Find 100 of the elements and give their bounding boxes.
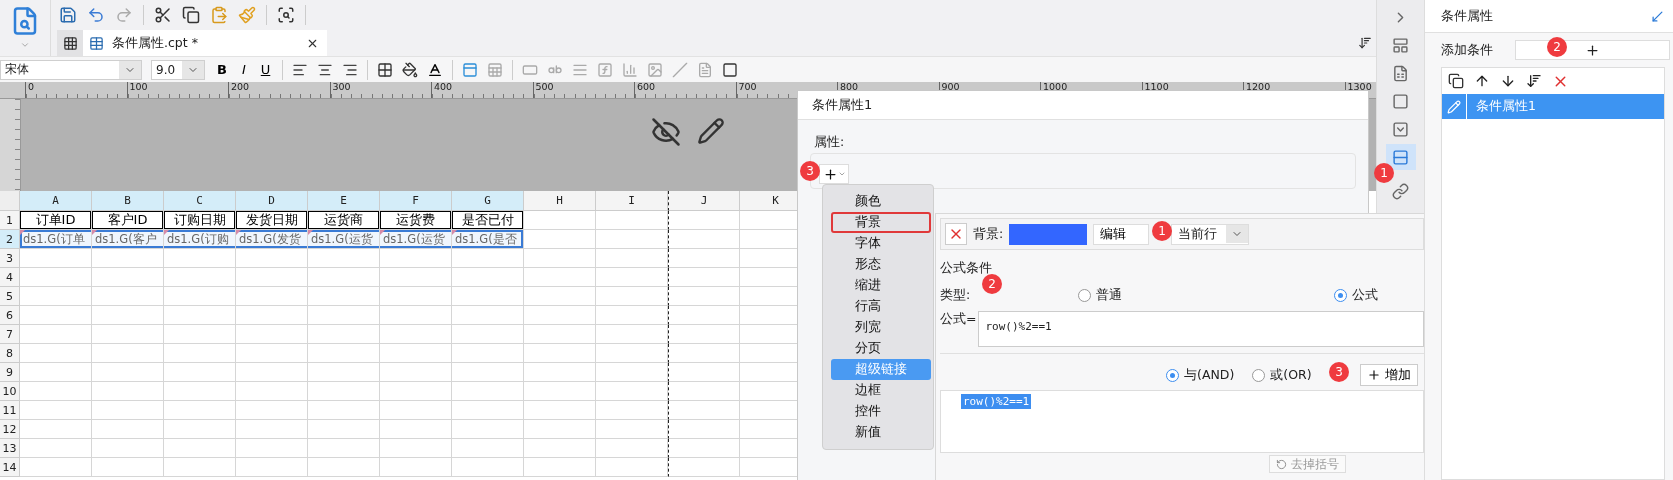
edit-button[interactable]: 编辑: [1093, 223, 1150, 245]
column-header[interactable]: J: [668, 191, 740, 211]
column-header[interactable]: D: [236, 191, 308, 211]
background-label: 背景:: [973, 225, 1004, 243]
corner-cell[interactable]: [0, 191, 20, 211]
copy-icon[interactable]: [182, 6, 200, 24]
grid-icon[interactable]: [62, 35, 78, 51]
link-icon: [1392, 182, 1409, 200]
table-cell: 订购日期: [164, 211, 236, 230]
table-cell: 是否已付: [452, 211, 524, 230]
move-up-icon[interactable]: [1474, 73, 1490, 89]
font-color-icon[interactable]: [427, 61, 444, 78]
find-icon[interactable]: [277, 6, 295, 24]
plus-icon: [1367, 368, 1381, 382]
menu-item[interactable]: 字体: [831, 233, 931, 254]
image-icon[interactable]: [647, 61, 664, 78]
slash-icon[interactable]: [672, 61, 689, 78]
menu-item[interactable]: 颜色: [831, 191, 931, 212]
row-header[interactable]: 3: [0, 249, 20, 268]
row-header[interactable]: 1: [0, 211, 20, 230]
panel-title: 条件属性: [1441, 7, 1493, 25]
row-header[interactable]: 6: [0, 306, 20, 325]
menu-item[interactable]: 形态: [831, 254, 931, 275]
column-header[interactable]: B: [92, 191, 164, 211]
scope-select[interactable]: 当前行: [1171, 223, 1250, 245]
row-header[interactable]: 13: [0, 439, 20, 458]
radio-label: 普通: [1096, 286, 1122, 304]
add-condition-button[interactable]: [1515, 40, 1670, 60]
file-tab[interactable]: 条件属性.cpt *: [83, 30, 327, 56]
menu-item[interactable]: 缩进: [831, 275, 931, 296]
radio-button[interactable]: [1078, 288, 1091, 302]
pencil-icon[interactable]: [697, 117, 725, 145]
eye-off-icon[interactable]: [651, 117, 681, 147]
text-style-button[interactable]: I: [238, 62, 249, 77]
row-header[interactable]: 5: [0, 287, 20, 306]
column-header[interactable]: E: [308, 191, 380, 211]
plus-icon: [1585, 42, 1600, 58]
menu-item[interactable]: 分页: [831, 338, 931, 359]
panel-icon[interactable]: [462, 61, 479, 78]
table-cell: ds1.G(运货: [308, 230, 380, 249]
pencil-icon: [1447, 99, 1461, 114]
save-icon[interactable]: [59, 6, 77, 24]
column-header[interactable]: C: [164, 191, 236, 211]
row-header[interactable]: 2: [0, 230, 20, 249]
menu-item[interactable]: 控件: [831, 401, 931, 422]
chart-icon[interactable]: [622, 61, 639, 78]
radio-button[interactable]: [1334, 288, 1347, 302]
condition-button[interactable]: [1385, 144, 1416, 170]
add-button[interactable]: 增加: [1360, 364, 1418, 386]
table-cell: 发货日期: [236, 211, 308, 230]
radio-button[interactable]: [1252, 368, 1266, 382]
table-cell: 运货费: [380, 211, 452, 230]
row-header[interactable]: 10: [0, 382, 20, 401]
section-label: 属性:: [814, 134, 845, 151]
add-property-button[interactable]: [819, 164, 849, 184]
border-icon[interactable]: [377, 61, 394, 78]
formula-field[interactable]: row()%2==1: [978, 311, 1424, 347]
table-cell: ds1.G(是否: [452, 230, 524, 249]
move-bottom-icon[interactable]: [1526, 73, 1542, 89]
radio-button[interactable]: [1166, 368, 1179, 382]
table-cell: 订单ID: [20, 211, 92, 230]
sheet-info-icon: [1392, 64, 1409, 82]
text-style-button[interactable]: U: [257, 62, 274, 77]
fill-color-icon[interactable]: [402, 61, 419, 78]
row-header[interactable]: 8: [0, 344, 20, 363]
row-header[interactable]: 12: [0, 420, 20, 439]
column-header[interactable]: F: [380, 191, 452, 211]
function-icon[interactable]: [597, 61, 614, 78]
row-header[interactable]: 11: [0, 401, 20, 420]
row-header[interactable]: 4: [0, 268, 20, 287]
document-icon[interactable]: [697, 61, 714, 78]
menu-item[interactable]: 行高: [831, 296, 931, 317]
cut-icon[interactable]: [154, 6, 172, 24]
dropdown-icon: [1392, 120, 1409, 138]
copy-icon[interactable]: [1448, 73, 1464, 89]
delete-button[interactable]: [945, 223, 967, 245]
undo-icon[interactable]: [87, 6, 105, 24]
size-select[interactable]: 9.0: [151, 59, 205, 80]
menu-item[interactable]: 新值: [831, 422, 931, 443]
column-header[interactable]: H: [524, 191, 596, 211]
row-header[interactable]: 7: [0, 325, 20, 344]
column-header[interactable]: A: [20, 191, 92, 211]
add-condition-label: 添加条件: [1441, 41, 1493, 59]
frame-icon[interactable]: [722, 61, 739, 78]
column-header[interactable]: G: [452, 191, 524, 211]
table-cell: 客户ID: [92, 211, 164, 230]
text-style-button[interactable]: B: [214, 62, 230, 77]
move-down-icon[interactable]: [1500, 73, 1516, 89]
menu-item[interactable]: 列宽: [831, 317, 931, 338]
column-header[interactable]: I: [596, 191, 668, 211]
row-header[interactable]: 14: [0, 458, 20, 477]
font-select[interactable]: 宋体: [0, 59, 142, 80]
sort-icon[interactable]: [1358, 36, 1372, 50]
dialog-title: 条件属性1: [798, 91, 1368, 120]
table-cell: ds1.G(客户: [92, 230, 164, 249]
menu-item[interactable]: 背景: [831, 212, 931, 233]
color-swatch[interactable]: [1009, 223, 1088, 245]
paste-icon[interactable]: [210, 6, 228, 24]
menu-item[interactable]: 边框: [831, 380, 931, 401]
row-header[interactable]: 9: [0, 363, 20, 382]
